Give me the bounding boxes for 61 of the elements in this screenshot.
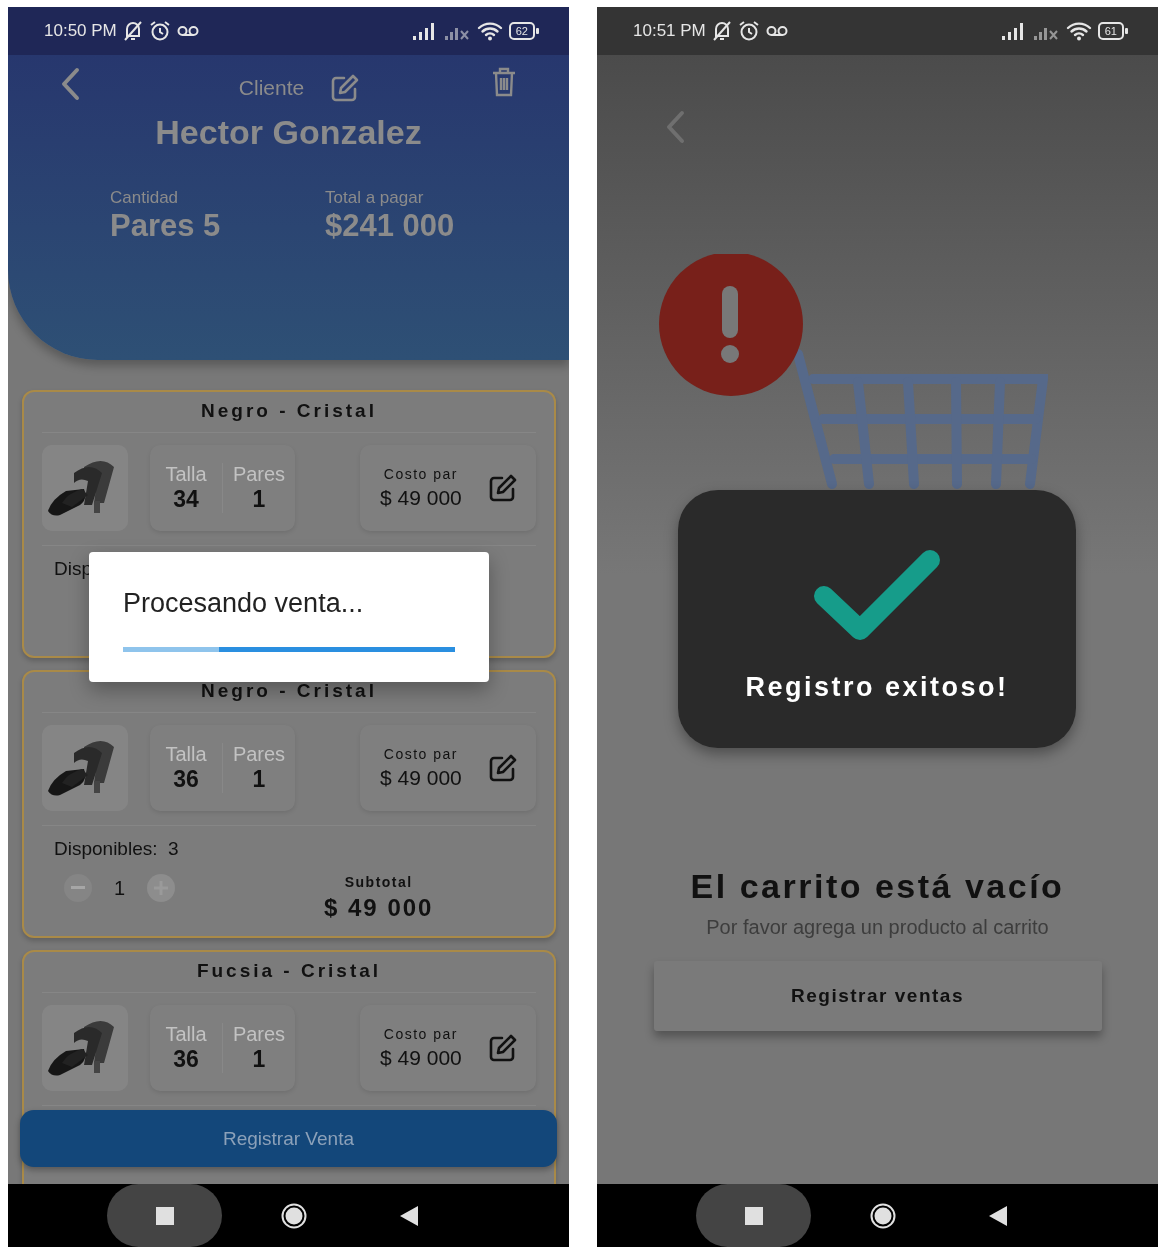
square-icon <box>744 1206 763 1225</box>
wifi-icon <box>1065 21 1092 41</box>
size-value: 36 <box>173 1046 199 1073</box>
pairs-value: 1 <box>252 486 266 513</box>
empty-cart-subtitle: Por favor agrega un producto al carrito <box>706 916 1049 939</box>
edit-icon[interactable] <box>488 473 518 503</box>
size-label: Talla <box>165 743 207 766</box>
alert-icon <box>658 254 803 396</box>
dialog-message: Procesando venta... <box>123 588 365 619</box>
pairs-label: Pares <box>232 743 286 766</box>
subtotal-label: Subtotal <box>344 874 413 890</box>
voicemail-icon <box>765 25 788 37</box>
stat-label: Total a pagar <box>325 188 425 208</box>
wifi-icon <box>476 21 503 41</box>
subtotal-value: $ 49 000 <box>324 894 434 922</box>
cost-label: Costo par <box>383 746 458 762</box>
stat-label: Cantidad <box>110 188 180 208</box>
size-value: 34 <box>173 486 199 513</box>
card-title: Negro - Cristal <box>42 392 536 433</box>
muted-bell-icon <box>122 20 143 42</box>
status-time: 10:50 PM <box>44 21 117 41</box>
plus-icon <box>153 880 170 896</box>
toast-message: Registro exitoso! <box>745 672 1009 703</box>
circle-icon <box>281 1202 307 1229</box>
empty-cart-title: El carrito está vacío <box>690 867 1065 906</box>
cost-value: $ 49 000 <box>380 1046 462 1070</box>
customer-name: Hector Gonzalez <box>155 113 422 152</box>
register-sales-button[interactable]: Registrar ventas <box>653 961 1102 1031</box>
triangle-icon <box>989 1205 1007 1226</box>
register-sale-button[interactable]: Registrar Venta <box>20 1110 557 1167</box>
size-value: 36 <box>173 766 199 793</box>
stat-value: $241 000 <box>325 208 456 244</box>
pairs-value: 1 <box>252 766 266 793</box>
back-icon[interactable] <box>60 67 80 101</box>
cost-label: Costo par <box>383 466 458 482</box>
cost-label: Costo par <box>383 1026 458 1042</box>
triangle-icon <box>400 1205 418 1226</box>
size-label: Talla <box>165 463 207 486</box>
quantity-value: 1 <box>114 876 126 900</box>
client-label: Cliente <box>238 76 305 100</box>
size-label: Talla <box>165 1023 207 1046</box>
edit-icon[interactable] <box>330 73 361 103</box>
edit-icon[interactable] <box>488 753 518 783</box>
alarm-clock-icon <box>148 20 171 42</box>
minus-icon <box>71 886 85 890</box>
cost-value: $ 49 000 <box>380 766 462 790</box>
pairs-value: 1 <box>252 1046 266 1073</box>
pairs-label: Pares <box>232 1023 286 1046</box>
pairs-label: Pares <box>232 463 286 486</box>
square-icon <box>155 1206 174 1225</box>
stat-value: Pares 5 <box>110 208 222 244</box>
circle-icon <box>870 1202 896 1229</box>
trash-icon[interactable] <box>491 67 517 97</box>
muted-bell-icon <box>711 20 732 42</box>
card-title: Fucsia - Cristal <box>42 952 536 993</box>
voicemail-icon <box>176 25 199 37</box>
edit-icon[interactable] <box>488 1033 518 1063</box>
available-text: Disponibles: 3 <box>54 838 180 860</box>
status-time: 10:51 PM <box>633 21 706 41</box>
alarm-clock-icon <box>737 20 760 42</box>
cost-value: $ 49 000 <box>380 486 462 510</box>
